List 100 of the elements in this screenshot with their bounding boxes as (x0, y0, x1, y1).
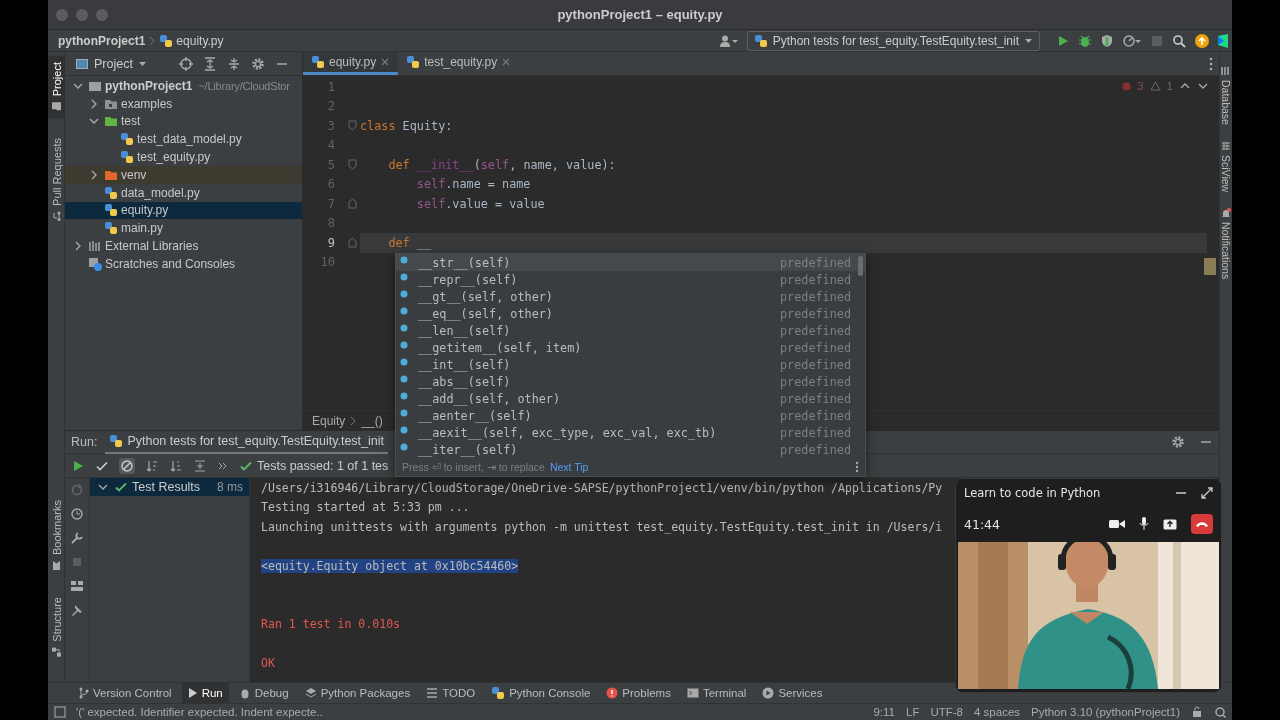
completion-item[interactable]: __aexit__(self, exc_type, exc_val, exc_tb) predefined (396, 424, 865, 441)
cancel-icon[interactable] (120, 458, 134, 473)
list-icon (426, 687, 439, 699)
tool-window-button[interactable]: Python Packages (298, 682, 417, 704)
tree-item[interactable]: test (65, 112, 302, 131)
library-icon (88, 239, 102, 254)
app-logo-icon[interactable] (1218, 32, 1228, 49)
hang-up-button[interactable] (1191, 514, 1213, 534)
completion-type: predefined (779, 323, 851, 338)
scrollbar[interactable] (858, 256, 863, 276)
tool-window-tab[interactable]: Pull Requests (48, 132, 65, 229)
completion-item[interactable]: __len__(self) predefined (396, 322, 865, 339)
coverage-icon[interactable] (1100, 33, 1114, 48)
sort-icon[interactable] (169, 458, 183, 473)
tool-window-tab[interactable]: Notifications (1220, 208, 1232, 280)
project-view-dropdown[interactable]: Project (71, 56, 151, 71)
tool-window-tab[interactable]: Structure (48, 591, 65, 664)
camera-icon[interactable] (1109, 518, 1125, 530)
history-icon[interactable] (70, 507, 84, 521)
tree-item[interactable]: Scratches and Consoles (65, 254, 302, 273)
tree-item[interactable]: test_data_model.py (65, 130, 302, 149)
breadcrumb-item[interactable]: __() (361, 413, 383, 428)
completion-item[interactable]: __int__(self) predefined (396, 356, 865, 373)
tool-window-button[interactable]: Debug (232, 682, 295, 704)
breadcrumb-item[interactable]: equity.py (176, 33, 224, 48)
tool-window-tab[interactable]: SciView (1220, 140, 1232, 193)
tool-window-button[interactable]: Python Console (485, 682, 597, 704)
run-tab[interactable]: Python tests for test_equity.TestEquity.test_init (105, 430, 389, 454)
run-configuration-dropdown[interactable]: Python tests for test_equity.TestEquity.test_init (746, 30, 1040, 51)
pin-icon[interactable] (70, 603, 84, 617)
tree-item[interactable]: External Libraries (65, 237, 302, 255)
tree-item[interactable]: venv (65, 166, 302, 184)
microphone-icon[interactable] (1139, 517, 1149, 531)
editor-tab[interactable]: test_equity.py (398, 52, 520, 75)
close-icon[interactable] (380, 57, 391, 67)
locate-icon[interactable] (178, 56, 193, 71)
more-icon[interactable] (1209, 56, 1213, 71)
breadcrumb-item[interactable]: Equity (312, 413, 346, 428)
completion-item[interactable]: __repr__(self) predefined (396, 271, 865, 288)
share-screen-icon[interactable] (1163, 518, 1177, 530)
breadcrumb-item[interactable]: pythonProject1 (58, 33, 146, 48)
settings-icon[interactable] (250, 56, 265, 71)
tool-window-tab[interactable]: Database (1220, 66, 1232, 125)
warning-icon (1149, 81, 1161, 91)
tree-item[interactable]: equity.py (65, 201, 302, 220)
run-icon[interactable] (71, 458, 85, 473)
collapse-all-icon[interactable] (226, 56, 241, 71)
line-number: 2 (326, 99, 335, 114)
search-icon[interactable] (1172, 33, 1186, 48)
sort-icon[interactable] (145, 458, 159, 473)
completion-item[interactable]: __iter__(self) predefined (396, 441, 865, 458)
user-icon[interactable] (718, 33, 739, 48)
settings-icon[interactable] (1171, 435, 1185, 449)
more-icon[interactable] (855, 461, 859, 473)
next-tip-link[interactable]: Next Tip (549, 461, 589, 473)
bookmark-icon (51, 560, 62, 572)
tool-window-tab[interactable]: Bookmarks (48, 494, 65, 578)
close-icon[interactable] (501, 57, 512, 67)
layout-icon[interactable] (70, 579, 84, 593)
status-item[interactable]: 9:11 (873, 706, 895, 718)
tree-item[interactable]: main.py (65, 219, 302, 238)
test-tree-item[interactable]: Test Results 8 ms (90, 478, 249, 496)
lock-icon[interactable] (1191, 706, 1203, 718)
editor-tab[interactable]: equity.py (303, 52, 399, 75)
tree-item[interactable]: pythonProject1 ~/Library/CloudStor (65, 77, 302, 95)
completion-item[interactable]: __getitem__(self, item) predefined (396, 339, 865, 356)
tool-window-button[interactable]: TODO (420, 682, 482, 704)
tool-window-button[interactable]: Problems (600, 682, 677, 704)
line-number: 4 (326, 138, 335, 153)
status-item[interactable]: 4 spaces (974, 706, 1021, 718)
tree-item[interactable]: data_model.py (65, 183, 302, 202)
status-item[interactable]: Python 3.10 (pythonProject1) (1031, 706, 1180, 718)
completion-item[interactable]: __add__(self, other) predefined (396, 390, 865, 407)
tool-window-button[interactable]: Terminal (680, 682, 753, 704)
completion-item[interactable]: __aenter__(self) predefined (396, 407, 865, 424)
structure-icon (51, 647, 62, 658)
error-stripe-marker[interactable] (1204, 258, 1216, 275)
tool-window-tab[interactable]: Project (48, 56, 65, 119)
status-item[interactable]: LF (906, 706, 920, 718)
gauge-icon[interactable] (1122, 33, 1142, 48)
line-number: 6 (326, 177, 335, 192)
completion-item[interactable]: __eq__(self, other) predefined (396, 305, 865, 322)
inspector-icon[interactable] (1214, 706, 1226, 718)
tool-window-button[interactable]: Services (756, 682, 829, 704)
collapse-icon[interactable] (193, 458, 207, 473)
wrench-icon[interactable] (70, 531, 84, 545)
status-item[interactable]: UTF-8 (930, 706, 963, 718)
expand-all-icon[interactable] (202, 56, 217, 71)
completion-item[interactable]: __abs__(self) predefined (396, 373, 865, 390)
panel-toggle-icon[interactable] (54, 706, 66, 718)
completion-item[interactable]: __gt__(self, other) predefined (396, 288, 865, 305)
run-icon[interactable] (1056, 33, 1070, 48)
tool-window-button[interactable]: Version Control (72, 682, 178, 704)
update-icon[interactable] (1194, 32, 1210, 49)
tree-item[interactable]: examples (65, 94, 302, 113)
expand-icon[interactable] (1201, 486, 1213, 499)
tool-window-button[interactable]: Run (181, 682, 229, 704)
method-icon (400, 409, 408, 417)
tree-item[interactable]: test_equity.py (65, 148, 302, 166)
completion-item[interactable]: __str__(self) predefined (396, 254, 865, 271)
